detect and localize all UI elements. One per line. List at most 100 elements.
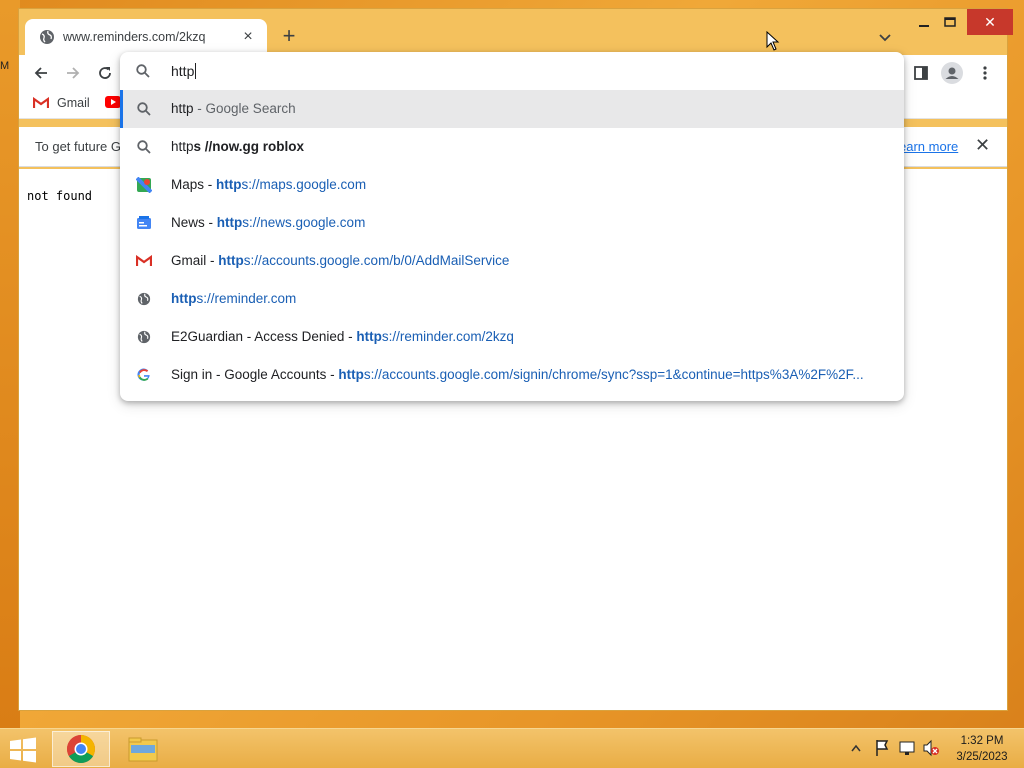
desktop-edge-text: M <box>0 60 10 72</box>
suggestion-text-part: http <box>171 101 194 116</box>
menu-button[interactable] <box>973 61 997 85</box>
side-panel-icon <box>914 66 928 80</box>
side-panel-button[interactable] <box>909 61 933 85</box>
reload-button[interactable] <box>93 61 117 85</box>
suggestion-text: Gmail - https://accounts.google.com/b/0/… <box>171 253 509 268</box>
omnibox-suggestion[interactable]: https://reminder.com <box>120 280 904 318</box>
maps-icon <box>136 177 152 193</box>
suggestion-text: https //now.gg roblox <box>171 139 304 154</box>
suggestion-text: http - Google Search <box>171 101 296 116</box>
bookmark-youtube[interactable] <box>105 96 121 108</box>
suggestion-text: Sign in - Google Accounts - https://acco… <box>171 367 864 382</box>
tab-close-icon[interactable]: × <box>239 28 257 46</box>
omnibox-text[interactable]: http <box>171 63 197 79</box>
forward-arrow-icon <box>67 67 80 79</box>
text-caret <box>195 63 197 79</box>
show-hidden-icons-icon[interactable] <box>851 744 861 752</box>
minimize-button[interactable] <box>911 9 937 35</box>
bookmark-gmail[interactable]: Gmail <box>33 96 90 110</box>
suggestion-text-part: Gmail - <box>171 253 219 268</box>
maximize-button[interactable] <box>937 9 963 35</box>
windows-start-icon[interactable] <box>8 737 38 763</box>
globe-icon <box>40 30 54 44</box>
suggestion-text-part: http <box>356 329 382 344</box>
search-icon <box>136 64 150 78</box>
omnibox-suggestion[interactable]: http - Google Search <box>120 90 904 128</box>
suggestion-text: Maps - https://maps.google.com <box>171 177 366 192</box>
suggestion-text: https://reminder.com <box>171 291 296 306</box>
browser-tab[interactable]: www.reminders.com/2kzq × <box>25 19 267 55</box>
reload-icon <box>99 67 111 79</box>
suggestion-text-part: s://accounts.google.com/b/0/AddMailServi… <box>243 253 510 268</box>
suggestion-text-part: s://maps.google.com <box>241 177 367 192</box>
tab-title: www.reminders.com/2kzq <box>63 30 206 44</box>
tab-search-chevron-icon[interactable] <box>875 27 895 47</box>
taskbar-clock[interactable]: 1:32 PM 3/25/2023 <box>948 733 1016 765</box>
omnibox-typed-text: http <box>171 63 195 79</box>
suggestion-text-part: s //now.gg roblox <box>193 139 305 154</box>
mouse-cursor-icon <box>766 31 780 51</box>
kebab-menu-icon <box>983 66 987 80</box>
maximize-icon <box>944 17 956 27</box>
taskbar-file-explorer[interactable] <box>114 731 172 767</box>
suggestion-text-part: Sign in - Google Accounts - <box>171 367 339 382</box>
suggestion-text-part: s://reminder.com/2kzq <box>381 329 514 344</box>
suggestion-text-part: - Google Search <box>193 101 296 116</box>
omnibox-suggestion[interactable]: Maps - https://maps.google.com <box>120 166 904 204</box>
omnibox-suggestion[interactable]: Gmail - https://accounts.google.com/b/0/… <box>120 242 904 280</box>
network-icon[interactable] <box>898 739 916 757</box>
folder-icon <box>128 737 158 762</box>
suggestion-text-part: http <box>171 291 197 306</box>
profile-button[interactable] <box>940 61 964 85</box>
info-bar-message: To get future G <box>35 139 121 154</box>
gmail-icon <box>136 253 152 269</box>
omnibox-suggestion[interactable]: E2Guardian - Access Denied - https://rem… <box>120 318 904 356</box>
globe-icon <box>136 291 152 307</box>
suggestion-text-part: http <box>216 215 243 230</box>
page-body-text: not found <box>27 189 93 203</box>
news-icon <box>136 215 152 231</box>
taskbar-chrome[interactable] <box>52 731 110 767</box>
globe-icon <box>136 329 152 345</box>
omnibox-input[interactable]: http <box>120 52 904 90</box>
search-icon <box>136 101 152 117</box>
action-center-flag-icon[interactable] <box>874 739 890 757</box>
chrome-icon <box>67 735 95 763</box>
info-bar-close-icon[interactable]: ✕ <box>975 135 990 156</box>
google-icon <box>136 367 152 383</box>
suggestion-text-part: http <box>216 177 242 192</box>
clock-date: 3/25/2023 <box>956 751 1008 763</box>
suggestion-text-part: E2Guardian - Access Denied - <box>171 329 357 344</box>
volume-muted-icon[interactable] <box>922 739 940 757</box>
forward-button[interactable] <box>61 61 85 85</box>
suggestion-text-part: http <box>338 367 364 382</box>
suggestion-text-part: s://news.google.com <box>242 215 366 230</box>
omnibox-suggestion[interactable]: https //now.gg roblox <box>120 128 904 166</box>
suggestion-text-part: News - <box>171 215 217 230</box>
profile-avatar-icon <box>941 62 963 84</box>
omnibox-suggestion[interactable]: Sign in - Google Accounts - https://acco… <box>120 356 904 394</box>
suggestion-text-part: http <box>218 253 244 268</box>
suggestion-text-part: s://accounts.google.com/signin/chrome/sy… <box>363 367 864 382</box>
suggestion-text: E2Guardian - Access Denied - https://rem… <box>171 329 514 344</box>
gmail-icon <box>33 97 49 108</box>
back-arrow-icon <box>34 67 47 79</box>
suggestion-text-part: Maps - <box>171 177 217 192</box>
back-button[interactable] <box>29 61 53 85</box>
clock-time: 1:32 PM <box>960 735 1004 747</box>
omnibox-suggestion[interactable]: News - https://news.google.com <box>120 204 904 242</box>
new-tab-button[interactable]: + <box>277 25 301 49</box>
learn-more-link[interactable]: earn more <box>899 139 958 154</box>
search-icon <box>136 139 152 155</box>
minimize-icon <box>919 25 929 27</box>
suggestion-text-part: s://reminder.com <box>196 291 297 306</box>
desktop-background: M <box>0 0 20 728</box>
suggestion-text: News - https://news.google.com <box>171 215 365 230</box>
omnibox-dropdown: http http - Google Search https //now.gg … <box>120 52 904 401</box>
youtube-icon <box>105 96 121 108</box>
bookmark-gmail-label: Gmail <box>57 96 90 110</box>
window-close-button[interactable]: ✕ <box>967 9 1013 35</box>
title-bar[interactable]: www.reminders.com/2kzq × + ✕ <box>19 9 1013 55</box>
suggestion-text-part: http <box>171 139 194 154</box>
taskbar: 1:32 PM 3/25/2023 <box>0 728 1024 768</box>
